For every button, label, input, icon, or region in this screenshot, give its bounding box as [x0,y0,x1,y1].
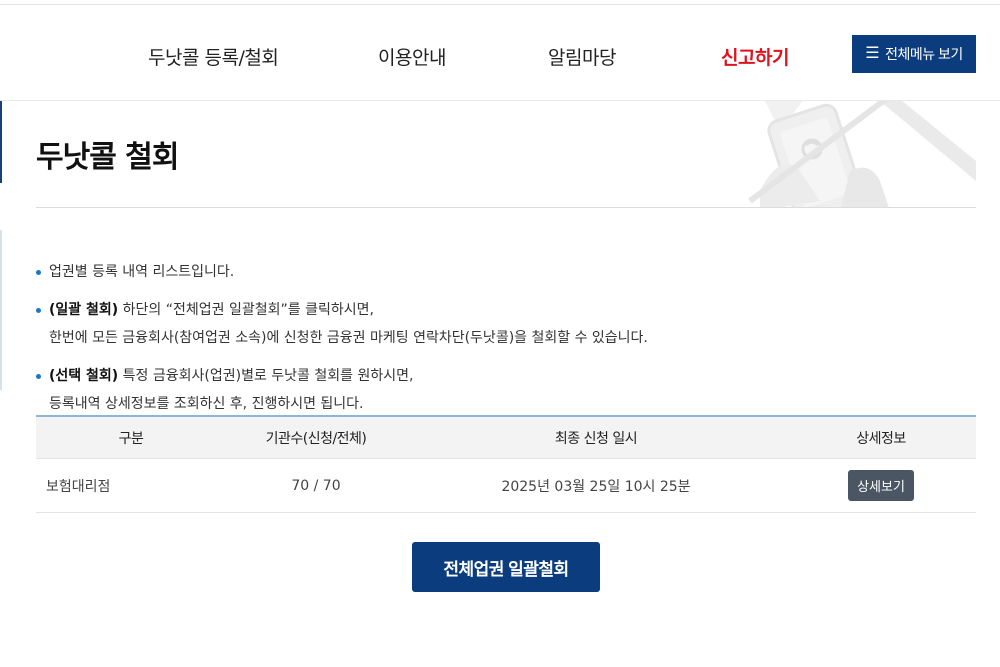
guide-text: 특정 금융회사(업권)별로 두낫콜 철회를 원하시면, [118,368,414,384]
guide-item: 업권별 등록 내역 리스트입니다. [36,258,976,286]
guide-strong: (일괄 철회) [49,302,119,318]
cell-detail: 상세보기 [786,470,976,501]
left-side-line [0,230,2,390]
left-accent-bar [0,101,2,183]
hamburger-icon: ☰ [865,45,880,62]
cell-datetime: 2025년 03월 25일 10시 25분 [501,478,691,495]
table-header: 구분 기관수(신청/전체) 최종 신청 일시 상세정보 [36,417,976,459]
full-menu-button[interactable]: ☰ 전체메뉴 보기 [852,35,976,73]
header-datetime: 최종 신청 일시 [554,430,638,447]
nav-item-register-withdraw[interactable]: 두낫콜 등록/철회 [148,43,279,70]
nav-item-guide[interactable]: 이용안내 [378,43,446,70]
guide-list: 업권별 등록 내역 리스트입니다. (일괄 철회) 하단의 “전체업권 일괄철회… [36,258,976,428]
guide-text: 하단의 “전체업권 일괄철회”를 클릭하시면, [118,302,374,318]
header-count: 기관수(신청/전체) [265,430,367,447]
nav-item-notices[interactable]: 알림마당 [548,43,616,70]
cell-count: 70 / 70 [291,477,341,494]
phone-block-illustration [740,101,976,207]
guide-text-line2: 한번에 모든 금융회사(참여업권 소속)에 신청한 금융권 마케팅 연락차단(두… [49,330,648,346]
guide-strong: (선택 철회) [49,368,119,384]
bulk-withdraw-button[interactable]: 전체업권 일괄철회 [412,542,600,592]
header-detail: 상세정보 [856,430,906,447]
guide-text-line2: 등록내역 상세정보를 조회하신 후, 진행하시면 됩니다. [49,396,364,412]
table-row: 보험대리점 70 / 70 2025년 03월 25일 10시 25분 상세보기 [36,459,976,513]
nav-item-report[interactable]: 신고하기 [721,43,789,70]
full-menu-label: 전체메뉴 보기 [885,46,963,62]
cell-category: 보험대리점 [46,478,111,495]
guide-item: (선택 철회) 특정 금융회사(업권)별로 두낫콜 철회를 원하시면, 등록내역… [36,362,976,418]
detail-view-button[interactable]: 상세보기 [848,470,914,501]
header-category: 구분 [118,430,144,447]
registration-table: 구분 기관수(신청/전체) 최종 신청 일시 상세정보 보험대리점 70 / 7… [36,415,976,513]
title-divider [36,207,976,208]
guide-item: (일괄 철회) 하단의 “전체업권 일괄철회”를 클릭하시면, 한번에 모든 금… [36,296,976,352]
guide-text: 업권별 등록 내역 리스트입니다. [49,264,235,280]
main-nav: 두낫콜 등록/철회 이용안내 알림마당 신고하기 ☰ 전체메뉴 보기 [0,5,1000,101]
page-title: 두낫콜 철회 [36,140,179,175]
